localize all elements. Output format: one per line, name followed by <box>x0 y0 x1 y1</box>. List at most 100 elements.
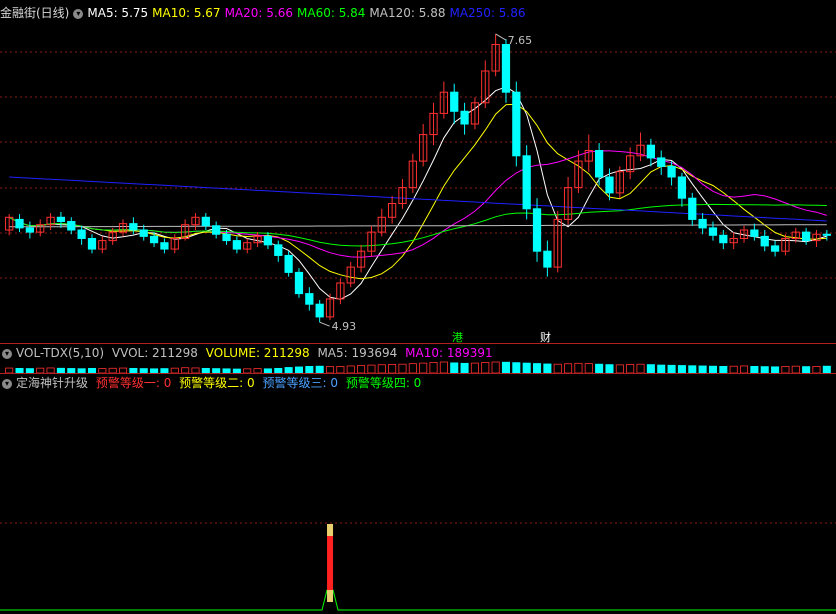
volume-bar <box>626 364 635 374</box>
volume-bar <box>367 364 376 374</box>
ma-legend: MA5: 5.75 MA10: 5.67 MA20: 5.66 MA60: 5.84 M… <box>87 6 529 20</box>
indicator-name[interactable]: 定海神针升级 <box>16 376 88 390</box>
candle-down <box>605 176 614 194</box>
volume-bar <box>336 365 345 374</box>
indicator-header: ▾ 定海神针升级 预警等级一: 0 预警等级二: 0 预警等级三: 0 预警等级四… <box>0 375 425 391</box>
volume-bar <box>450 362 459 374</box>
indicator-toggle-icon[interactable]: ▾ <box>2 378 12 389</box>
volume-bar <box>708 365 717 374</box>
candle-down <box>212 225 221 235</box>
volume-bar <box>439 361 448 374</box>
volume-bar <box>481 362 490 374</box>
volume-toggle-icon[interactable]: ▾ <box>2 348 12 359</box>
ma5-line <box>8 86 827 300</box>
candle-down <box>698 218 707 229</box>
high-pointer <box>495 33 506 41</box>
volume-bar <box>553 363 562 374</box>
candle-down <box>149 235 159 244</box>
warning-level-3: 预警等级三: 0 <box>262 376 339 390</box>
volume-bar <box>512 362 521 374</box>
candle-down <box>595 150 604 178</box>
ma-legend-item-1: MA10: 5.67 <box>152 6 221 20</box>
signal-bar-top <box>327 524 334 536</box>
volume-bar <box>533 363 542 374</box>
volume-bar <box>543 363 552 374</box>
candle-down <box>822 233 831 236</box>
low-pointer <box>319 321 330 327</box>
candle-down <box>802 231 811 242</box>
candle-down <box>56 216 66 223</box>
candle-down <box>677 176 687 199</box>
candle-down <box>770 245 780 252</box>
volume-bar <box>377 364 386 374</box>
price-header: 金融街(日线) ▾ MA5: 5.75 MA10: 5.67 MA20: 5.66 MA6… <box>0 5 534 21</box>
grid-lines <box>0 51 836 524</box>
volume-bar <box>584 363 593 374</box>
volume-bar <box>740 365 749 374</box>
ma-legend-item-0: MA5: 5.75 <box>87 6 149 20</box>
moving-average-lines <box>8 86 827 300</box>
vol-ma10-value: MA10: 189391 <box>405 346 493 360</box>
settings-toggle-icon[interactable]: ▾ <box>73 8 84 19</box>
volume-bar <box>419 362 428 374</box>
low-price-label: 4.93 <box>332 320 357 333</box>
candle-down <box>201 216 210 227</box>
candle-down <box>160 242 169 250</box>
volume-bar <box>750 365 759 374</box>
stock-title: 金融街(日线) <box>0 6 70 20</box>
candle-down <box>315 303 324 318</box>
candle-down <box>305 293 314 305</box>
volume-indicator-name[interactable]: VOL-TDX(5,10) <box>16 346 104 360</box>
candle-down <box>646 144 655 159</box>
candle-down <box>263 235 273 246</box>
candle-down <box>501 44 511 93</box>
candle-down <box>543 250 552 268</box>
candle-down <box>760 235 769 247</box>
volume-bar <box>719 365 728 374</box>
volume-bar <box>595 363 604 374</box>
ma250-line <box>9 176 827 222</box>
candle-down <box>750 229 759 237</box>
volume-bar <box>636 363 645 374</box>
volume-bar <box>305 365 314 374</box>
candle-down <box>274 244 283 256</box>
volume-value: VOLUME: 211298 <box>205 346 310 360</box>
volume-bar <box>646 364 655 374</box>
candle-down <box>667 165 676 178</box>
candle-down <box>657 157 666 167</box>
candle-down <box>708 227 718 236</box>
candle-down <box>688 197 697 220</box>
candle-down <box>67 221 76 231</box>
volume-bar <box>315 365 324 374</box>
volume-bar <box>357 365 366 374</box>
candle-down <box>522 155 531 210</box>
vvol-value: VVOL: 211298 <box>111 346 198 360</box>
volume-bar <box>605 364 614 374</box>
volume-bar <box>408 363 417 374</box>
indicator-plot <box>0 524 836 611</box>
volume-bar <box>398 363 407 374</box>
ma-legend-item-5: MA250: 5.86 <box>449 6 526 20</box>
candle-down <box>129 223 138 231</box>
volume-bar <box>822 365 831 374</box>
panel-separator-2 <box>0 373 836 374</box>
ma-legend-item-2: MA20: 5.66 <box>224 6 293 20</box>
volume-bar <box>698 365 707 374</box>
volume-header: ▾ VOL-TDX(5,10) VVOL: 211298 VOLUME: 2112… <box>0 345 497 361</box>
volume-bar <box>346 365 355 374</box>
candle-down <box>460 110 469 125</box>
volume-bar <box>491 361 500 374</box>
high-price-label: 7.65 <box>508 34 533 47</box>
volume-bar <box>429 362 438 374</box>
chart-labels: 7.654.93港财 <box>319 33 551 344</box>
volume-bar <box>667 364 676 374</box>
warning-level-2: 预警等级二: 0 <box>179 376 255 390</box>
warning-level-4: 预警等级四: 0 <box>345 376 422 390</box>
volume-bar <box>460 362 469 374</box>
candle-down <box>450 91 459 112</box>
kline-chart[interactable]: 7.654.93港财 <box>0 0 836 614</box>
volume-bar <box>564 363 573 374</box>
candle-down <box>15 218 24 229</box>
volume-bar <box>522 362 531 374</box>
candlesticks <box>5 33 831 323</box>
